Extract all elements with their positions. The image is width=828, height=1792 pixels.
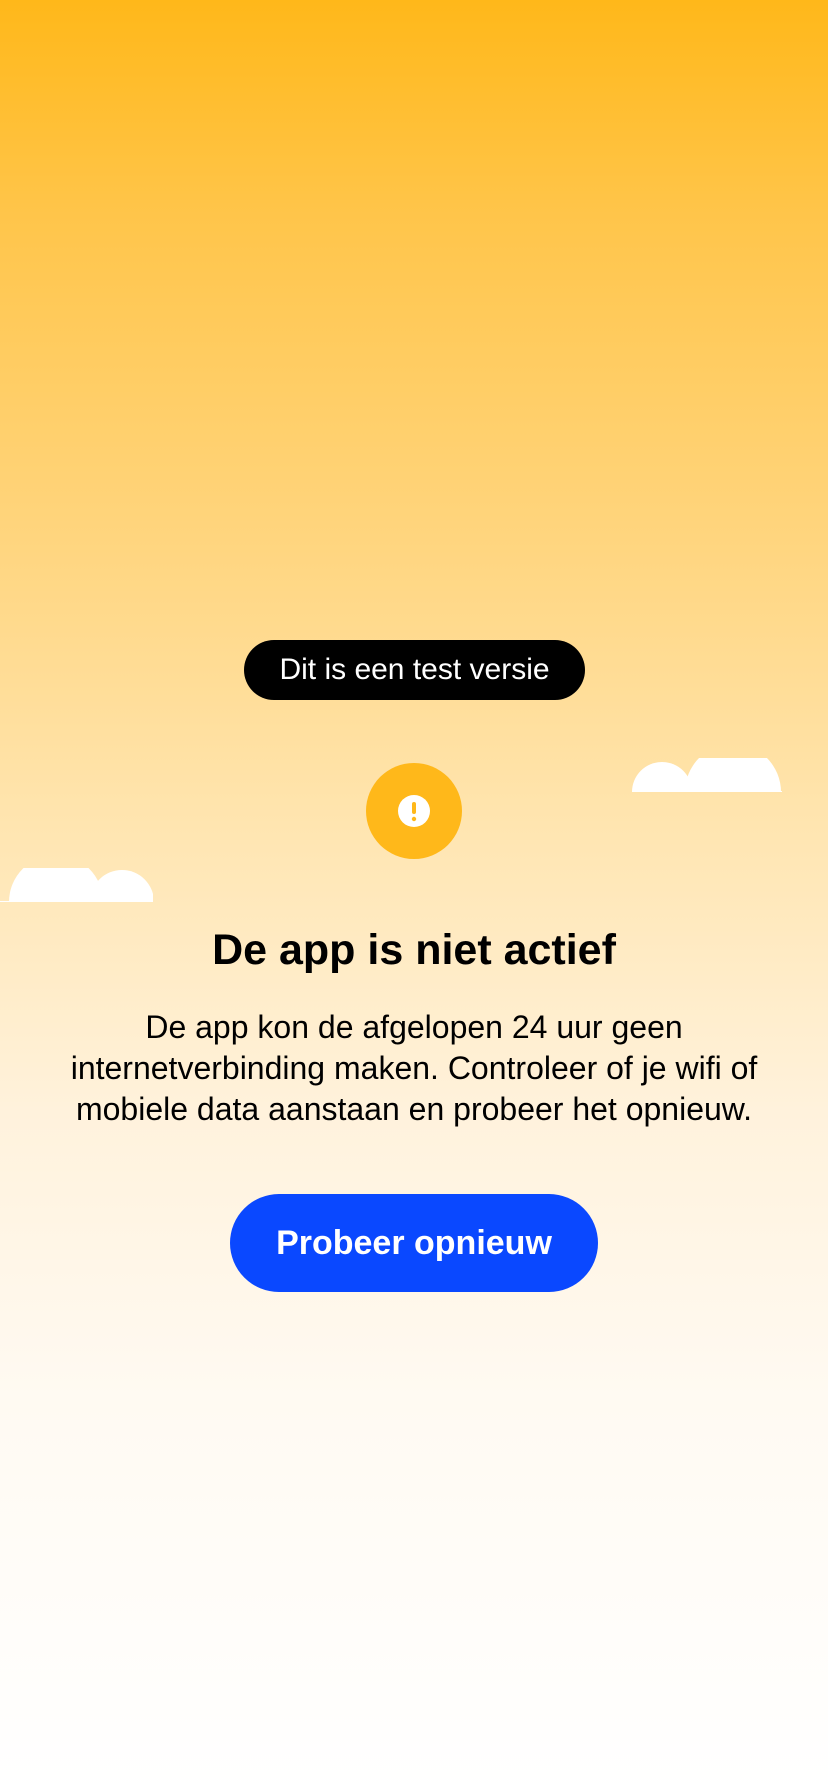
cloud-left-decoration bbox=[0, 868, 153, 902]
retry-button-label: Probeer opnieuw bbox=[276, 1223, 552, 1262]
cloud-right-decoration bbox=[632, 758, 782, 792]
test-version-label: Dit is een test versie bbox=[279, 653, 550, 686]
retry-button[interactable]: Probeer opnieuw bbox=[230, 1194, 598, 1292]
test-version-badge: Dit is een test versie bbox=[244, 640, 585, 700]
status-title: De app is niet actief bbox=[212, 926, 616, 974]
alert-badge bbox=[366, 763, 462, 859]
status-message: De app kon de afgelopen 24 uur geen inte… bbox=[70, 1009, 758, 1127]
exclamation-icon bbox=[398, 795, 430, 827]
